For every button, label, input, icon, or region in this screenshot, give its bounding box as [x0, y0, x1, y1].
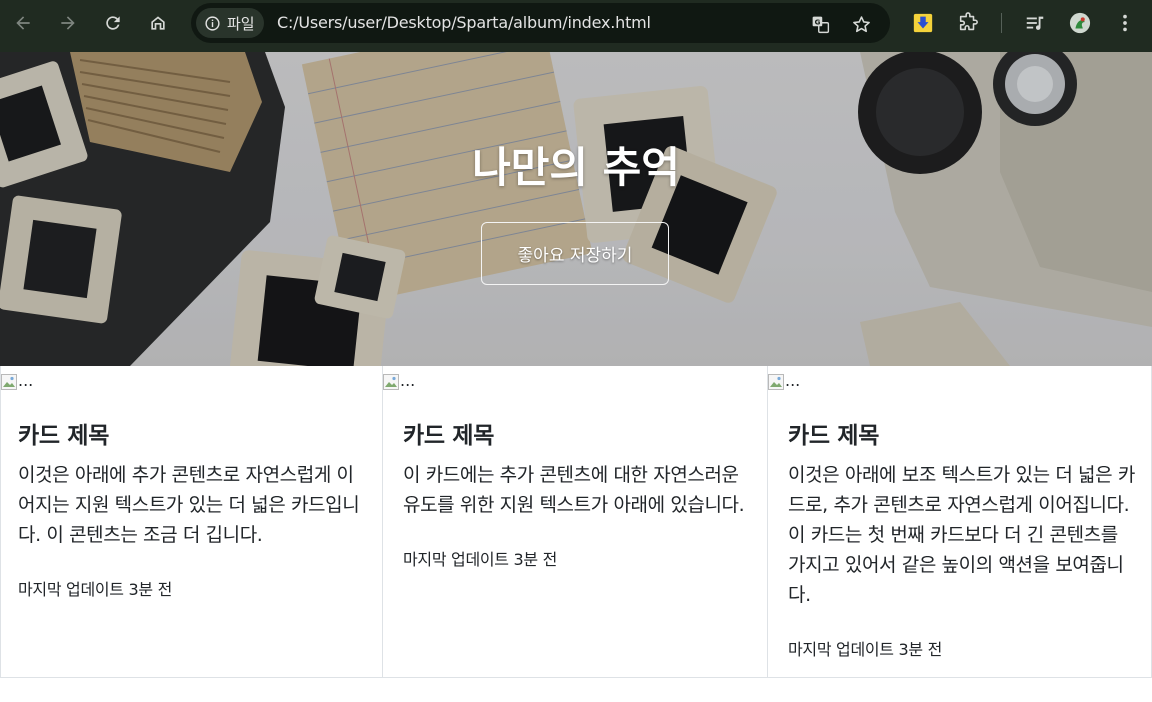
extensions-puzzle-icon — [959, 12, 978, 31]
card-body: 카드 제목 이것은 아래에 보조 텍스트가 있는 더 넓은 카드로, 추가 콘텐… — [788, 416, 1137, 660]
toolbar-divider — [1001, 13, 1002, 33]
save-like-button[interactable]: 좋아요 저장하기 — [481, 222, 669, 285]
broken-image-icon — [383, 374, 399, 390]
card-updated-text: 마지막 업데이트 3분 전 — [403, 550, 558, 569]
broken-image-icon — [1, 374, 17, 390]
site-info-label: 파일 — [227, 14, 255, 33]
more-menu-button[interactable] — [1110, 8, 1140, 38]
card-image-alt: ... — [18, 371, 34, 390]
card-title: 카드 제목 — [403, 423, 495, 449]
card-title: 카드 제목 — [18, 423, 110, 449]
svg-text:G: G — [814, 18, 820, 26]
reading-list-icon — [1026, 16, 1044, 30]
hero-title: 나만의 추억 — [472, 143, 680, 192]
card-image: ... — [383, 368, 415, 390]
forward-button[interactable] — [53, 8, 83, 38]
back-icon — [16, 16, 30, 30]
card-text: 이것은 아래에 추가 콘텐츠로 자연스럽게 이어지는 지원 텍스트가 있는 더 … — [18, 464, 360, 546]
browser-toolbar: 파일 C:/Users/user/Desktop/Sparta/album/in… — [0, 0, 1152, 52]
card-image-alt: ... — [785, 371, 801, 390]
translate-button[interactable]: G — [808, 12, 832, 36]
card-updated-text: 마지막 업데이트 3분 전 — [788, 640, 943, 659]
broken-image-icon — [768, 374, 784, 390]
translate-icon: G — [812, 16, 829, 33]
home-button[interactable] — [143, 8, 173, 38]
site-info-chip[interactable]: 파일 — [196, 8, 264, 38]
hero-dim-overlay — [0, 52, 1152, 366]
card-body: 카드 제목 이것은 아래에 추가 콘텐츠로 자연스럽게 이어지는 지원 텍스트가… — [18, 416, 368, 600]
profile-button[interactable] — [1065, 8, 1095, 38]
hero-banner: 나만의 추억 좋아요 저장하기 — [0, 52, 1152, 366]
card-group: ... 카드 제목 이것은 아래에 추가 콘텐츠로 자연스럽게 이어지는 지원 … — [0, 366, 1152, 678]
extensions-button[interactable] — [953, 8, 983, 38]
home-icon — [151, 16, 165, 30]
reload-icon — [106, 16, 120, 30]
bookmark-button[interactable] — [849, 12, 873, 36]
card-image: ... — [768, 368, 800, 390]
address-bar[interactable]: 파일 C:/Users/user/Desktop/Sparta/album/in… — [191, 3, 890, 43]
card-image: ... — [1, 368, 33, 390]
url-text[interactable]: C:/Users/user/Desktop/Sparta/album/index… — [277, 13, 651, 32]
card: ... 카드 제목 이 카드에는 추가 콘텐츠에 대한 자연스러운 유도를 위한… — [383, 366, 768, 678]
card-body: 카드 제목 이 카드에는 추가 콘텐츠에 대한 자연스러운 유도를 위한 지원 … — [403, 416, 753, 570]
reading-list-button[interactable] — [1020, 8, 1050, 38]
download-extension-button[interactable] — [908, 8, 938, 38]
forward-icon — [61, 16, 75, 30]
card: ... 카드 제목 이것은 아래에 보조 텍스트가 있는 더 넓은 카드로, 추… — [768, 366, 1152, 678]
card-title: 카드 제목 — [788, 423, 880, 449]
card-image-alt: ... — [400, 371, 416, 390]
card-updated-text: 마지막 업데이트 3분 전 — [18, 580, 173, 599]
reload-button[interactable] — [98, 8, 128, 38]
card: ... 카드 제목 이것은 아래에 추가 콘텐츠로 자연스럽게 이어지는 지원 … — [0, 366, 383, 678]
info-icon — [205, 15, 220, 31]
bookmark-star-icon — [852, 15, 870, 32]
more-menu-icon — [1123, 14, 1127, 32]
card-text: 이것은 아래에 보조 텍스트가 있는 더 넓은 카드로, 추가 콘텐츠로 자연스… — [788, 464, 1135, 606]
card-text: 이 카드에는 추가 콘텐츠에 대한 자연스러운 유도를 위한 지원 텍스트가 아… — [403, 464, 745, 516]
card-group-bottom-border — [0, 677, 1152, 678]
extension-download-icon — [913, 13, 933, 33]
back-button[interactable] — [8, 8, 38, 38]
profile-avatar-icon — [1069, 12, 1091, 34]
